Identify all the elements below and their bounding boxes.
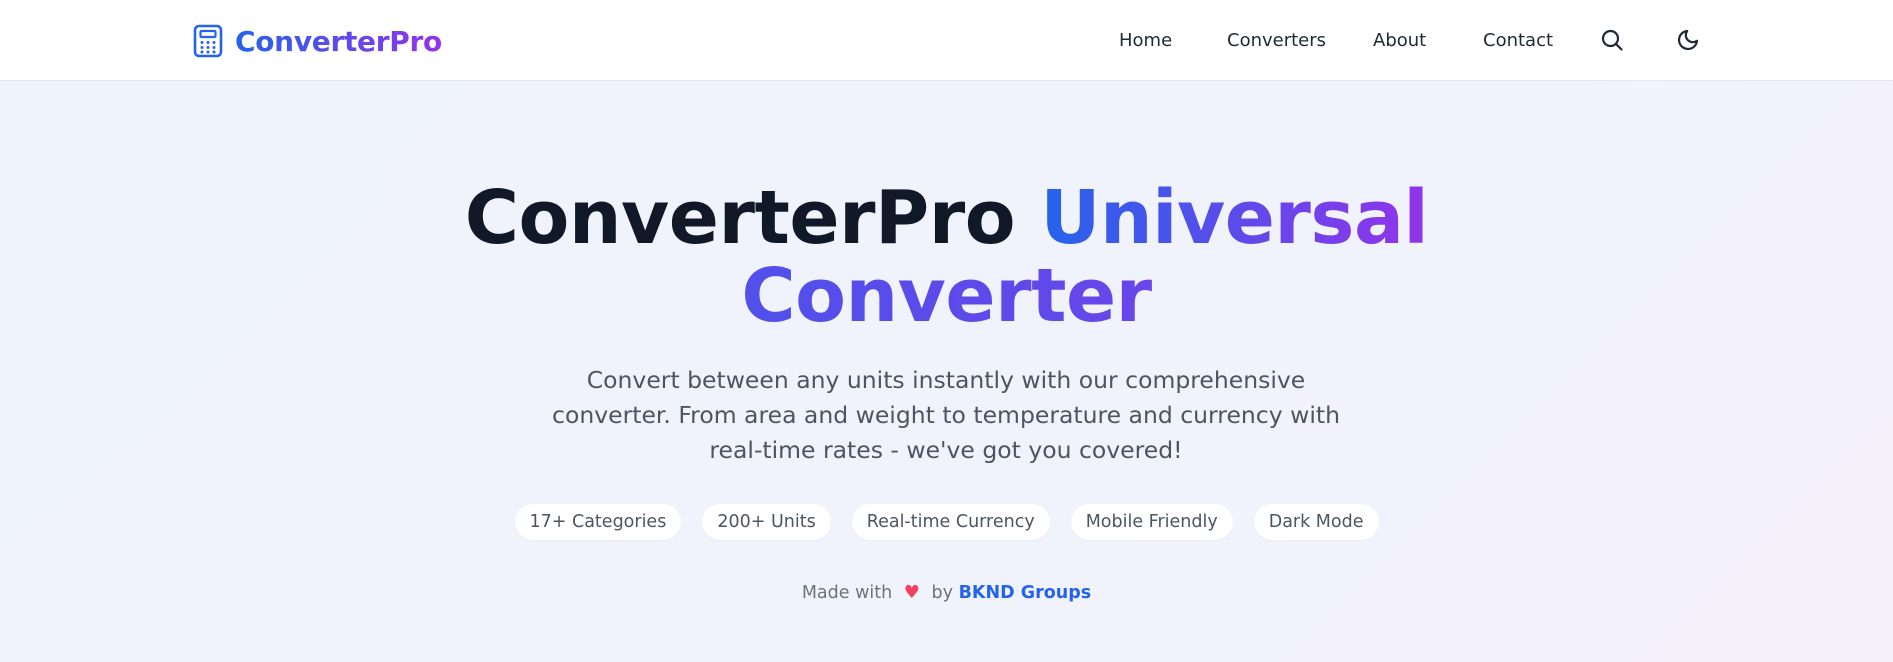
- nav-home-link[interactable]: Home: [1119, 30, 1172, 51]
- credit-line: Made with ♥ by BKND Groups: [0, 582, 1893, 603]
- feature-badge: 17+ Categories: [514, 504, 682, 540]
- feature-badge: Real-time Currency: [851, 504, 1050, 540]
- heart-icon: ♥: [903, 582, 920, 603]
- nav-about-link[interactable]: About: [1373, 30, 1426, 51]
- moon-icon: [1678, 29, 1699, 50]
- search-icon: [1601, 29, 1623, 51]
- feature-badge: Mobile Friendly: [1070, 504, 1233, 540]
- brand-name: ConverterPro: [235, 24, 442, 58]
- hero-title-gradient-2: Converter: [0, 257, 1893, 335]
- nav-contact-link[interactable]: Contact: [1483, 30, 1553, 51]
- credit-by: by: [931, 583, 953, 603]
- nav-converters-link[interactable]: Converters: [1227, 30, 1326, 51]
- search-button[interactable]: [1598, 26, 1626, 54]
- hero-section: ConverterPro Universal Converter Convert…: [0, 81, 1893, 662]
- navbar: ConverterPro Home Converters About Conta…: [0, 0, 1893, 81]
- hero-subtitle: Convert between any units instantly with…: [552, 366, 1340, 464]
- feature-badge: Dark Mode: [1253, 504, 1379, 540]
- feature-badges: 17+ Categories 200+ Units Real-time Curr…: [0, 504, 1893, 540]
- hero-title-plain: ConverterPro: [464, 175, 1016, 261]
- bknd-groups-link[interactable]: BKND Groups: [959, 583, 1092, 603]
- credit-prefix: Made with: [801, 583, 893, 603]
- dark-mode-toggle[interactable]: [1674, 26, 1702, 54]
- brand-logo-link[interactable]: ConverterPro: [193, 22, 442, 60]
- hero-title-gradient-1: Universal: [1040, 175, 1429, 261]
- hero-title: ConverterPro Universal Converter: [0, 179, 1893, 335]
- feature-badge: 200+ Units: [702, 504, 831, 540]
- calculator-icon: [193, 24, 223, 58]
